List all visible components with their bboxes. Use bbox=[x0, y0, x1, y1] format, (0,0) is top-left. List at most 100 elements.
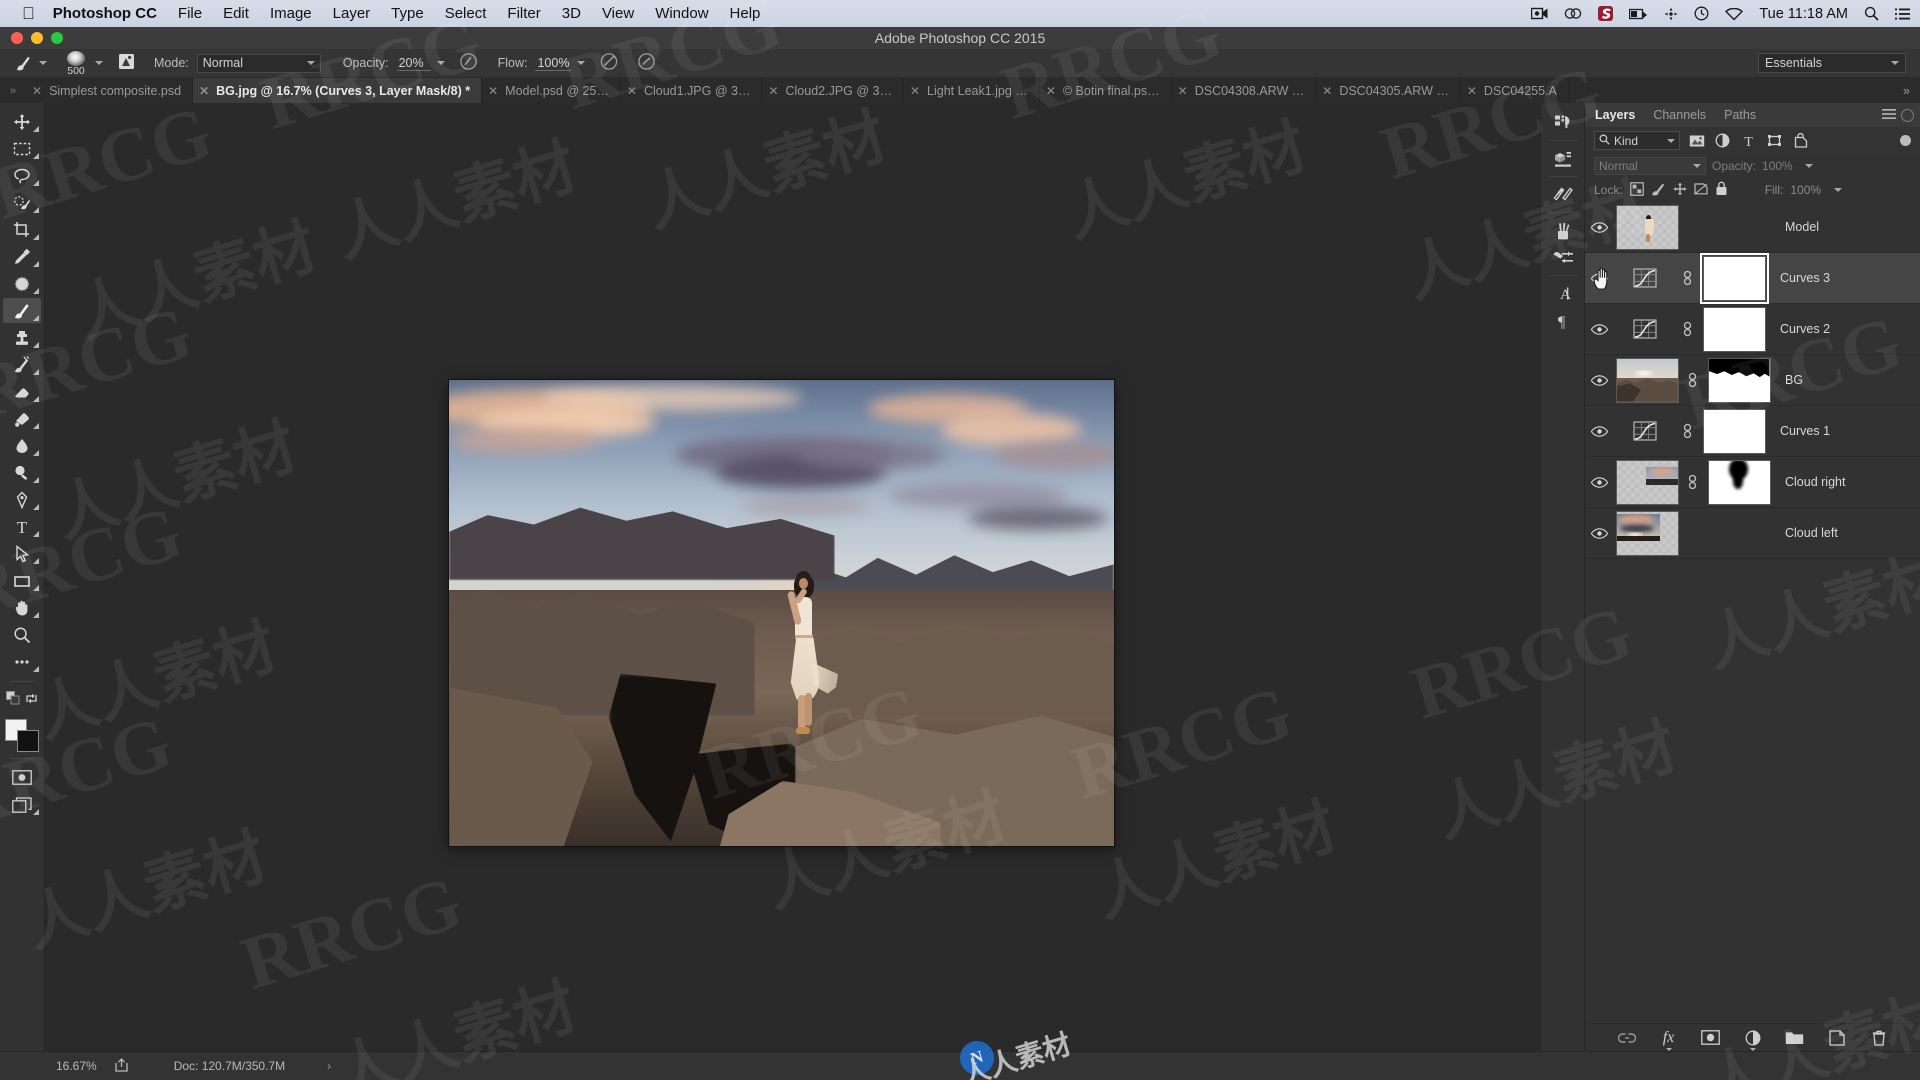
tab-grip-icon[interactable]: » bbox=[0, 78, 26, 103]
screen-mode-button[interactable] bbox=[3, 792, 41, 817]
history-panel-icon[interactable] bbox=[1546, 109, 1580, 136]
layer-visibility-toggle[interactable] bbox=[1585, 425, 1613, 437]
layer-blend-mode-dropdown[interactable]: Normal bbox=[1594, 157, 1706, 175]
menu-3d[interactable]: 3D bbox=[562, 5, 581, 22]
tool-pen[interactable] bbox=[3, 487, 41, 512]
share-icon[interactable] bbox=[115, 1057, 130, 1075]
tool-eraser[interactable] bbox=[3, 379, 41, 404]
layer-thumbnail-wrap[interactable] bbox=[1613, 357, 1681, 403]
panel-menu-icon[interactable] bbox=[1882, 108, 1896, 123]
document-tab[interactable]: ✕ © Botin final.ps… bbox=[1040, 78, 1172, 103]
layer-row-curves-2[interactable]: Curves 2 bbox=[1585, 304, 1920, 355]
close-icon[interactable]: ✕ bbox=[627, 84, 637, 98]
tool-gradient[interactable] bbox=[3, 406, 41, 431]
quick-mask-button[interactable] bbox=[3, 765, 41, 790]
layer-name[interactable]: Curves 1 bbox=[1770, 424, 1830, 438]
flow-input[interactable]: 100% bbox=[535, 56, 572, 71]
link-rings-icon[interactable] bbox=[1564, 7, 1582, 20]
opacity-chevron-icon[interactable] bbox=[1804, 164, 1813, 168]
layer-mask-link-icon[interactable] bbox=[1676, 321, 1698, 337]
tool-path-selection[interactable] bbox=[3, 541, 41, 566]
fill-chevron-icon[interactable] bbox=[1834, 188, 1843, 192]
blend-mode-dropdown[interactable]: Normal bbox=[196, 53, 321, 73]
menu-image[interactable]: Image bbox=[270, 5, 312, 22]
close-icon[interactable]: ✕ bbox=[1178, 84, 1188, 98]
tab-layers[interactable]: Layers bbox=[1595, 108, 1635, 122]
tool-horizontal-type[interactable]: T bbox=[3, 514, 41, 539]
layer-mask-wrap[interactable] bbox=[1698, 252, 1770, 304]
filter-shape-icon[interactable] bbox=[1765, 131, 1784, 150]
add-layer-style-icon[interactable]: fx bbox=[1659, 1028, 1679, 1051]
brush-preset-picker-icon[interactable] bbox=[117, 52, 136, 74]
lock-all-icon[interactable] bbox=[1715, 181, 1728, 199]
adjustments-panel-icon[interactable] bbox=[1546, 181, 1580, 208]
opacity-chevron-icon[interactable] bbox=[436, 61, 445, 65]
paragraph-panel-icon[interactable]: ¶ bbox=[1546, 307, 1580, 334]
layer-visibility-toggle[interactable] bbox=[1585, 221, 1613, 233]
layer-list[interactable]: Model Curves 3 Curves 2 BG Curves 1 Clou… bbox=[1585, 202, 1920, 1023]
screen-record-icon[interactable] bbox=[1531, 7, 1548, 20]
menu-select[interactable]: Select bbox=[445, 5, 487, 22]
layer-mask-link-icon[interactable] bbox=[1676, 270, 1698, 286]
swap-colors-icon[interactable] bbox=[25, 692, 38, 710]
lock-image-pixels-icon[interactable] bbox=[1651, 182, 1666, 199]
tool-clone-stamp[interactable] bbox=[3, 325, 41, 350]
tab-overflow-button[interactable]: » bbox=[1893, 78, 1920, 103]
new-group-icon[interactable] bbox=[1785, 1028, 1805, 1048]
new-layer-icon[interactable] bbox=[1827, 1028, 1847, 1048]
opacity-input[interactable]: 20% bbox=[396, 56, 431, 71]
lock-position-icon[interactable] bbox=[1673, 182, 1687, 199]
layer-mask-wrap[interactable] bbox=[1698, 408, 1770, 454]
layer-name[interactable]: Curves 2 bbox=[1770, 322, 1830, 336]
filter-kind-dropdown[interactable]: Kind bbox=[1594, 131, 1680, 150]
layer-thumbnail-wrap[interactable] bbox=[1613, 510, 1681, 556]
document-tab[interactable]: ✕ Cloud2.JPG @ 3… bbox=[762, 78, 904, 103]
layer-name[interactable]: BG bbox=[1775, 373, 1803, 387]
layer-thumbnail-wrap[interactable] bbox=[1613, 204, 1681, 250]
tool-hand[interactable] bbox=[3, 595, 41, 620]
layer-fill-value[interactable]: 100% bbox=[1790, 183, 1821, 197]
menu-file[interactable]: File bbox=[178, 5, 202, 22]
filter-type-icon[interactable]: T bbox=[1739, 131, 1758, 150]
layer-name[interactable]: Model bbox=[1775, 220, 1819, 234]
new-fill-adjustment-layer-icon[interactable] bbox=[1743, 1028, 1763, 1051]
close-icon[interactable]: ✕ bbox=[32, 84, 42, 98]
layer-row-bg[interactable]: BG bbox=[1585, 355, 1920, 406]
tool-rectangle-shape[interactable] bbox=[3, 568, 41, 593]
menu-type[interactable]: Type bbox=[391, 5, 424, 22]
layer-opacity-value[interactable]: 100% bbox=[1762, 159, 1793, 173]
brush-preset-caret-icon[interactable] bbox=[39, 61, 47, 65]
background-color-swatch[interactable] bbox=[17, 730, 39, 752]
menu-layer[interactable]: Layer bbox=[333, 5, 371, 22]
close-icon[interactable]: ✕ bbox=[768, 84, 778, 98]
menu-window[interactable]: Window bbox=[655, 5, 708, 22]
filter-enable-toggle[interactable] bbox=[1900, 135, 1911, 146]
tool-move[interactable] bbox=[3, 109, 41, 134]
layer-name[interactable]: Cloud right bbox=[1775, 475, 1845, 489]
tool-blur[interactable] bbox=[3, 433, 41, 458]
lock-transparent-pixels-icon[interactable] bbox=[1629, 181, 1644, 199]
close-icon[interactable]: ✕ bbox=[1046, 84, 1056, 98]
brush-size-preview[interactable]: 500 bbox=[63, 50, 89, 77]
close-icon[interactable]: ✕ bbox=[910, 84, 920, 98]
delete-layer-icon[interactable] bbox=[1869, 1028, 1889, 1048]
pressure-opacity-icon[interactable] bbox=[459, 52, 478, 74]
airbrush-icon[interactable] bbox=[599, 52, 619, 74]
layer-row-cloud-left[interactable]: Cloud left bbox=[1585, 508, 1920, 559]
close-icon[interactable]: ✕ bbox=[1322, 84, 1332, 98]
close-icon[interactable]: ✕ bbox=[488, 84, 498, 98]
document-tab[interactable]: ✕ Model.psd @ 25… bbox=[482, 78, 621, 103]
tool-eyedropper[interactable] bbox=[3, 244, 41, 269]
flow-chevron-icon[interactable] bbox=[577, 61, 586, 65]
layer-row-curves-3[interactable]: Curves 3 bbox=[1585, 252, 1920, 304]
layer-visibility-toggle[interactable] bbox=[1585, 374, 1613, 386]
status-expand-icon[interactable]: › bbox=[327, 1059, 331, 1073]
filter-adjustment-icon[interactable] bbox=[1713, 131, 1732, 150]
layer-thumbnail-wrap[interactable] bbox=[1613, 459, 1681, 505]
color-swatches[interactable] bbox=[4, 719, 40, 753]
document-tab[interactable]: ✕ Simplest composite.psd bbox=[26, 78, 194, 103]
lock-artboard-nesting-icon[interactable] bbox=[1694, 182, 1708, 199]
tool-brush[interactable] bbox=[3, 298, 41, 323]
document-canvas[interactable] bbox=[449, 380, 1114, 846]
pressure-size-icon[interactable] bbox=[637, 52, 656, 74]
